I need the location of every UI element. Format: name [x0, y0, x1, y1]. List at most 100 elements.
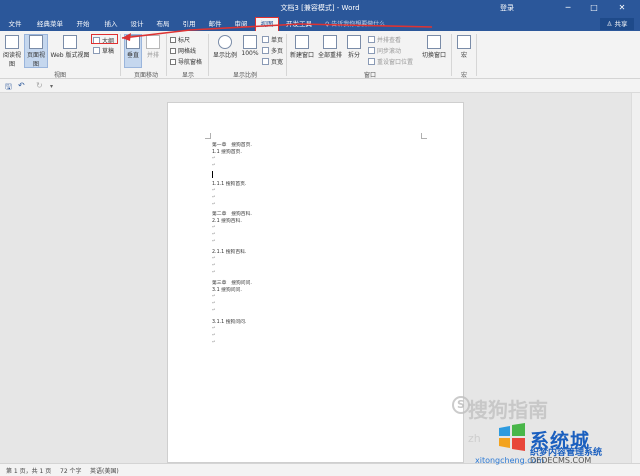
group-separator: [451, 34, 452, 76]
ribbon-tabs: 文件 经典菜单 开始 插入 设计 布局 引用 邮件 审阅 视图 开发工具 ♀ 告…: [0, 16, 640, 32]
tab-file[interactable]: 文件: [4, 18, 26, 31]
new-window-label: 新建窗口: [289, 52, 314, 59]
print-layout-label: 页面视图: [26, 52, 45, 68]
gridlines-check[interactable]: [170, 48, 176, 54]
document-page[interactable]: 第一章 搜狗首页. 1.1 搜狗首页. ↵ ↵ 1.1.1 搜狗首页. ↵ ↵ …: [167, 102, 464, 463]
print-layout-button[interactable]: 页面视图: [24, 34, 48, 68]
tab-developer[interactable]: 开发工具: [284, 18, 314, 31]
share-button[interactable]: ♙ 共享: [600, 18, 634, 30]
vertical-button[interactable]: 垂直: [124, 34, 142, 68]
new-window-button[interactable]: 新建窗口: [289, 35, 315, 59]
heading-3[interactable]: 1.1.1 搜狗首页.: [212, 180, 246, 187]
tab-layout[interactable]: 布局: [152, 18, 174, 31]
window-title: 文档3 [兼容模式] - Word: [280, 4, 360, 12]
gridlines-label: 网格线: [178, 48, 197, 55]
views-group-label: 视图: [53, 72, 66, 79]
multiple-pages-button[interactable]: 多页: [262, 46, 283, 55]
ribbon-view: 阅读视图 页面视图 Web 版式视图 大纲 草稿 视图 垂直 并排 页面移动 标…: [0, 31, 640, 79]
language-indicator[interactable]: 英语(美国): [90, 466, 119, 475]
heading-3[interactable]: 2.1.1 搜狗百科.: [212, 248, 246, 255]
side-by-side-label: 并排查看: [377, 37, 402, 44]
windows-logo-icon: [499, 423, 525, 451]
tab-insert[interactable]: 插入: [100, 18, 122, 31]
group-separator: [208, 34, 209, 76]
word-count[interactable]: 72 个字: [60, 466, 82, 475]
one-page-button[interactable]: 单页: [262, 35, 283, 44]
tab-review[interactable]: 审阅: [230, 18, 252, 31]
heading-2[interactable]: 3.1 搜狗问问.: [212, 286, 242, 293]
tab-design[interactable]: 设计: [126, 18, 148, 31]
read-mode-button[interactable]: 阅读视图: [2, 35, 22, 68]
ruler-check[interactable]: [170, 37, 176, 43]
heading-2[interactable]: 2.1 搜狗百科.: [212, 217, 242, 224]
heading-1[interactable]: 第二章 搜狗百科.: [212, 210, 252, 217]
text-caret: [212, 171, 213, 178]
undo-icon[interactable]: ↶: [18, 81, 25, 90]
web-layout-button[interactable]: Web 版式视图: [50, 35, 90, 59]
side-to-side-button[interactable]: 并排: [144, 35, 162, 59]
heading-1[interactable]: 第一章 搜狗首页.: [212, 141, 252, 148]
gridlines-checkbox[interactable]: 网格线: [170, 46, 196, 55]
show-group-label: 显示: [181, 72, 194, 79]
login-link[interactable]: 登录: [500, 3, 514, 13]
redo-icon[interactable]: ↻: [36, 81, 43, 90]
new-window-icon: [295, 35, 309, 49]
tab-mailings[interactable]: 邮件: [204, 18, 226, 31]
reset-position-button[interactable]: 重设窗口位置: [368, 57, 413, 66]
paragraph-mark: ↵: [212, 263, 216, 268]
side-by-side-button[interactable]: 并排查看: [368, 35, 401, 44]
paragraph-mark: ↵: [212, 188, 216, 193]
close-button[interactable]: ✕: [612, 1, 632, 15]
zoom-button[interactable]: 显示比例: [211, 35, 239, 59]
page-count[interactable]: 第 1 页，共 1 页: [6, 466, 51, 475]
restore-button[interactable]: □: [584, 1, 604, 15]
paragraph-mark: ↵: [212, 202, 216, 207]
heading-2[interactable]: 1.1 搜狗首页.: [212, 148, 242, 155]
switch-windows-label: 切换窗口: [421, 52, 446, 59]
multiple-pages-icon: [262, 47, 269, 54]
title-bar: 文档3 [兼容模式] - Word 登录 ─ □ ✕: [0, 0, 640, 16]
tab-home[interactable]: 开始: [72, 18, 94, 31]
web-layout-icon: [63, 35, 77, 49]
nav-pane-check[interactable]: [170, 59, 176, 65]
paragraph-mark: ↵: [212, 163, 216, 168]
vertical-scrollbar[interactable]: [631, 93, 640, 463]
paragraph-mark: ↵: [212, 239, 216, 244]
one-page-icon: [262, 36, 269, 43]
read-mode-label: 阅读视图: [2, 52, 21, 68]
paragraph-mark: ↵: [212, 270, 216, 275]
side-by-side-icon: [368, 36, 375, 43]
one-page-label: 单页: [271, 37, 284, 44]
sync-scroll-button[interactable]: 同步滚动: [368, 46, 401, 55]
arrange-all-icon: [323, 35, 337, 49]
tell-me-search[interactable]: ♀ 告诉我你想要做什么: [325, 19, 385, 28]
brand-url: DEDECMS.COM: [530, 456, 592, 465]
heading-1[interactable]: 第三章 搜狗问问.: [212, 279, 252, 286]
tab-references[interactable]: 引用: [178, 18, 200, 31]
page-width-button[interactable]: 页宽: [262, 57, 283, 66]
customize-qat-icon[interactable]: ▾: [50, 83, 53, 90]
ruler-checkbox[interactable]: 标尺: [170, 35, 190, 44]
magnifier-icon: [218, 35, 232, 49]
tab-classic-menu[interactable]: 经典菜单: [34, 18, 66, 31]
reset-position-icon: [368, 58, 375, 65]
read-mode-icon: [5, 35, 19, 49]
split-icon: [347, 35, 361, 49]
draft-button[interactable]: 草稿: [93, 46, 114, 55]
split-button[interactable]: 拆分: [344, 35, 364, 59]
ruler-label: 标尺: [178, 37, 191, 44]
vertical-icon: [126, 35, 140, 49]
watermark-zh: zh: [468, 432, 481, 445]
minimize-button[interactable]: ─: [558, 1, 578, 15]
reset-position-label: 重设窗口位置: [377, 59, 414, 66]
switch-windows-button[interactable]: 切换窗口: [420, 35, 448, 59]
switch-windows-icon: [427, 35, 441, 49]
tab-view[interactable]: 视图: [255, 17, 279, 32]
arrange-all-button[interactable]: 全部重排: [317, 35, 343, 59]
nav-pane-checkbox[interactable]: 导航窗格: [170, 57, 202, 66]
heading-3[interactable]: 3.1.1 搜狗问问.: [212, 318, 246, 325]
zoom-100-button[interactable]: 100%: [240, 35, 260, 57]
zoom-group-label: 显示比例: [232, 72, 257, 79]
macros-button[interactable]: 宏: [455, 35, 473, 59]
zoom-100-label: 100%: [241, 50, 259, 57]
